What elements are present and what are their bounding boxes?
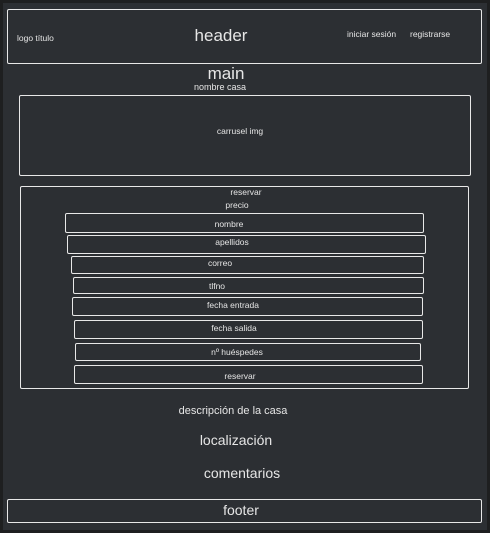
- phone-field-label: tlfno: [208, 281, 226, 291]
- login-link[interactable]: iniciar sesión: [347, 29, 396, 39]
- booking-submit-label: reservar: [224, 371, 256, 381]
- house-description: descripción de la casa: [178, 405, 288, 417]
- header-title: header: [194, 26, 248, 45]
- phone-field[interactable]: [73, 277, 424, 294]
- email-field[interactable]: [71, 256, 424, 274]
- comments-section: comentarios: [203, 465, 281, 481]
- house-name: nombre casa: [193, 82, 247, 92]
- main-title: main: [207, 64, 245, 83]
- register-link[interactable]: registrarse: [410, 29, 450, 39]
- surname-field-label: apellidos: [215, 237, 249, 247]
- name-field-label: nombre: [214, 219, 244, 229]
- location-section: localización: [199, 432, 273, 448]
- guests-field-label: nº huéspedes: [211, 347, 263, 357]
- logo-title[interactable]: logo título: [17, 33, 54, 43]
- price-label: precio: [225, 200, 249, 210]
- check-out-field-label: fecha salida: [211, 323, 257, 333]
- check-in-field-label: fecha entrada: [207, 300, 259, 310]
- booking-title: reservar: [230, 187, 262, 197]
- footer-label: footer: [223, 502, 259, 518]
- carousel-label: carrusel img: [216, 126, 264, 136]
- email-field-label: correo: [207, 258, 233, 268]
- name-field[interactable]: [65, 213, 424, 233]
